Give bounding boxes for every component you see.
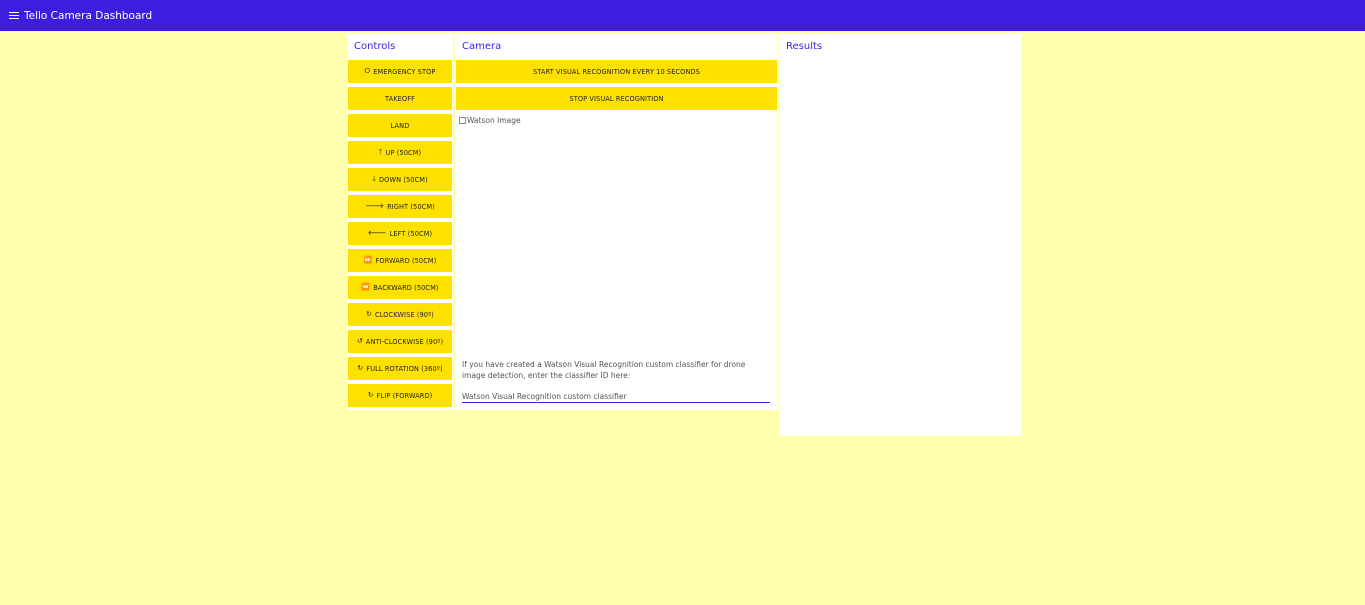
fast-forward-icon: ⏩ [363, 256, 373, 264]
start-recognition-button[interactable]: START VISUAL RECOGNITION EVERY 10 SECOND… [456, 60, 777, 83]
left-button[interactable]: 🡐 LEFT (50CM) [348, 222, 452, 245]
backward-button[interactable]: ⏪ BACKWARD (50CM) [348, 276, 452, 299]
arrow-right-icon: 🡒 [365, 202, 385, 210]
takeoff-button[interactable]: TAKEOFF [348, 87, 452, 110]
controls-title: Controls [354, 41, 396, 52]
full-rotation-label: FULL ROTATION (360º) [366, 364, 443, 373]
flip-forward-label: FLIP (FORWARD) [376, 391, 433, 400]
left-label: LEFT (50CM) [389, 229, 433, 238]
start-recognition-label: START VISUAL RECOGNITION EVERY 10 SECOND… [533, 67, 700, 76]
arrow-up-icon: 🡑 [378, 148, 383, 156]
up-button[interactable]: 🡑 UP (50CM) [348, 141, 452, 164]
emergency-stop-label: EMERGENCY STOP [373, 67, 436, 76]
classifier-hint: If you have created a Watson Visual Reco… [462, 360, 746, 380]
stop-recognition-label: STOP VISUAL RECOGNITION [569, 94, 664, 103]
app-title: Tello Camera Dashboard [24, 9, 153, 22]
rotate-clockwise-icon: ↻ [366, 310, 372, 318]
controls-panel: Controls ⭘ EMERGENCY STOP TAKEOFF LAND 🡑… [347, 34, 453, 410]
up-label: UP (50CM) [385, 148, 422, 157]
takeoff-label: TAKEOFF [385, 94, 415, 103]
right-label: RIGHT (50CM) [387, 202, 435, 211]
land-button[interactable]: LAND [348, 114, 452, 137]
rotate-anticlockwise-icon: ↺ [356, 337, 363, 345]
app-bar: Tello Camera Dashboard [0, 0, 1365, 31]
broken-image-icon [459, 117, 466, 124]
stop-recognition-button[interactable]: STOP VISUAL RECOGNITION [456, 87, 777, 110]
anti-clockwise-button[interactable]: ↺ ANTI-CLOCKWISE (90º) [348, 330, 452, 353]
camera-panel: Camera START VISUAL RECOGNITION EVERY 10… [455, 34, 778, 410]
arrow-left-icon: 🡐 [367, 229, 387, 237]
land-label: LAND [390, 121, 410, 130]
forward-button[interactable]: ⏩ FORWARD (50CM) [348, 249, 452, 272]
rotate-clockwise-icon: ↻ [367, 391, 374, 399]
down-button[interactable]: 🡓 DOWN (50CM) [348, 168, 452, 191]
forward-label: FORWARD (50CM) [375, 256, 437, 265]
full-rotation-button[interactable]: ↻ FULL ROTATION (360º) [348, 357, 452, 380]
clockwise-label: CLOCKWISE (90º) [374, 310, 434, 319]
watson-image: Watson Image [459, 116, 521, 125]
flip-forward-button[interactable]: ↻ FLIP (FORWARD) [348, 384, 452, 407]
watson-image-alt: Watson Image [467, 116, 521, 125]
rewind-icon: ⏪ [361, 283, 371, 291]
arrow-down-icon: 🡓 [372, 175, 376, 183]
results-title: Results [786, 41, 823, 52]
classifier-input[interactable] [462, 390, 770, 403]
backward-label: BACKWARD (50CM) [373, 283, 439, 292]
camera-title: Camera [462, 41, 502, 52]
anti-clockwise-label: ANTI-CLOCKWISE (90º) [365, 337, 444, 346]
clockwise-button[interactable]: ↻ CLOCKWISE (90º) [348, 303, 452, 326]
down-label: DOWN (50CM) [379, 175, 428, 184]
power-icon: ⭘ [364, 67, 371, 75]
menu-icon[interactable] [9, 11, 19, 20]
emergency-stop-button[interactable]: ⭘ EMERGENCY STOP [348, 60, 452, 83]
rotate-clockwise-icon: ↻ [357, 364, 364, 372]
results-panel: Results [779, 34, 1021, 436]
right-button[interactable]: 🡒 RIGHT (50CM) [348, 195, 452, 218]
